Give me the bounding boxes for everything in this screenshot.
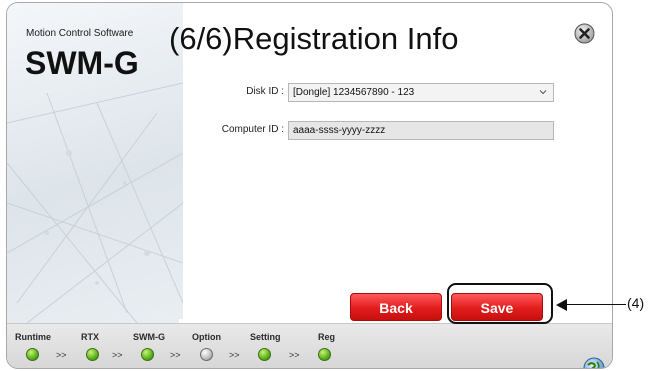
back-button[interactable]: Back <box>350 293 442 321</box>
language-button[interactable] <box>583 357 605 368</box>
step-label-reg: Reg <box>318 332 336 342</box>
step-separator: >> <box>229 350 240 360</box>
brand-panel: Motion Control Software SWM-G <box>7 3 183 323</box>
chevron-down-icon <box>539 90 547 95</box>
save-button-highlight <box>447 283 553 324</box>
step-indicator-rtx <box>86 348 99 361</box>
step-separator: >> <box>56 350 67 360</box>
step-label-runtime: Runtime <box>15 332 51 342</box>
step-label-option: Option <box>192 332 221 342</box>
callout-arrowhead <box>556 299 567 311</box>
close-circle-icon <box>574 23 595 44</box>
computer-id-field: aaaa-ssss-yyyy-zzzz <box>288 121 554 140</box>
disk-id-select[interactable]: [Dongle] 1234567890 - 123 <box>288 83 554 102</box>
progress-steps-bar: Runtime >> RTX >> SWM-G >> Option >> Set… <box>7 323 612 368</box>
brand-subtitle: Motion Control Software <box>26 28 134 39</box>
brand-name: SWM-G <box>25 45 139 81</box>
step-indicator-swm-g <box>141 348 154 361</box>
step-indicator-option <box>200 348 213 361</box>
callout-line <box>566 304 626 305</box>
step-label-swm-g: SWM-G <box>133 332 165 342</box>
step-indicator-reg <box>318 348 331 361</box>
globe-icon <box>583 357 605 368</box>
computer-id-label: Computer ID : <box>221 124 284 135</box>
computer-id-value: aaaa-ssss-yyyy-zzzz <box>293 125 386 136</box>
disk-id-label: Disk ID : <box>246 86 284 97</box>
step-indicator-setting <box>258 348 271 361</box>
close-button[interactable] <box>574 23 595 44</box>
step-separator: >> <box>112 350 123 360</box>
step-indicator-runtime <box>26 348 39 361</box>
step-label-rtx: RTX <box>81 332 99 342</box>
page-title: (6/6)Registration Info <box>169 21 459 56</box>
step-separator: >> <box>170 350 181 360</box>
step-label-setting: Setting <box>250 332 281 342</box>
step-separator: >> <box>289 350 300 360</box>
disk-id-value: [Dongle] 1234567890 - 123 <box>293 87 415 98</box>
callout-label: (4) <box>627 295 645 311</box>
